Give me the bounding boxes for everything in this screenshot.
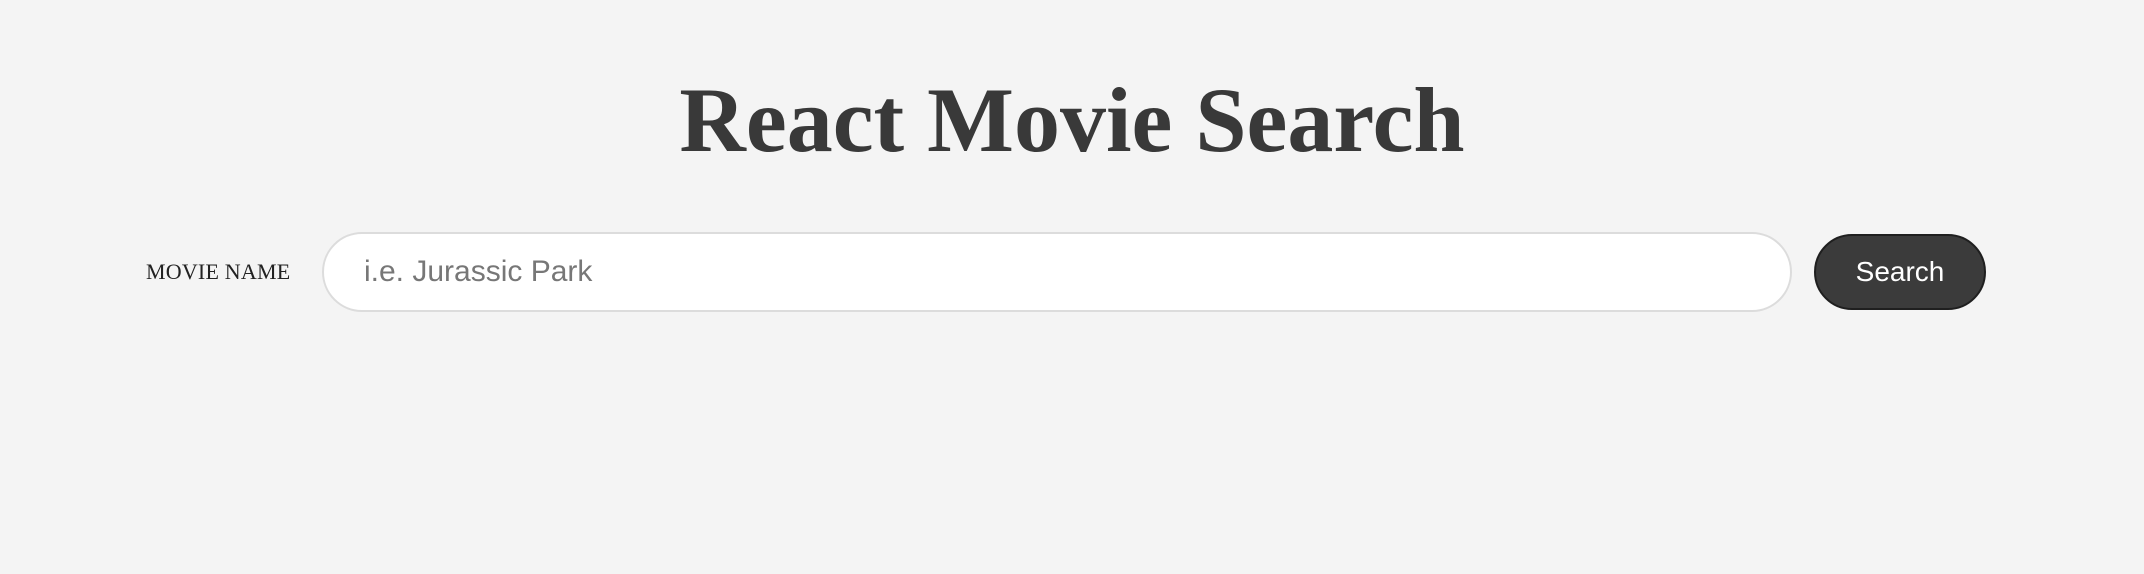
movie-search-form: MOVIE NAME Search bbox=[0, 232, 2144, 312]
page-title: React Movie Search bbox=[679, 69, 1465, 171]
search-button[interactable]: Search bbox=[1814, 234, 1986, 310]
app-page: React Movie Search MOVIE NAME Search bbox=[0, 0, 2144, 574]
movie-name-input[interactable] bbox=[322, 232, 1792, 312]
movie-name-label: MOVIE NAME bbox=[146, 259, 291, 284]
